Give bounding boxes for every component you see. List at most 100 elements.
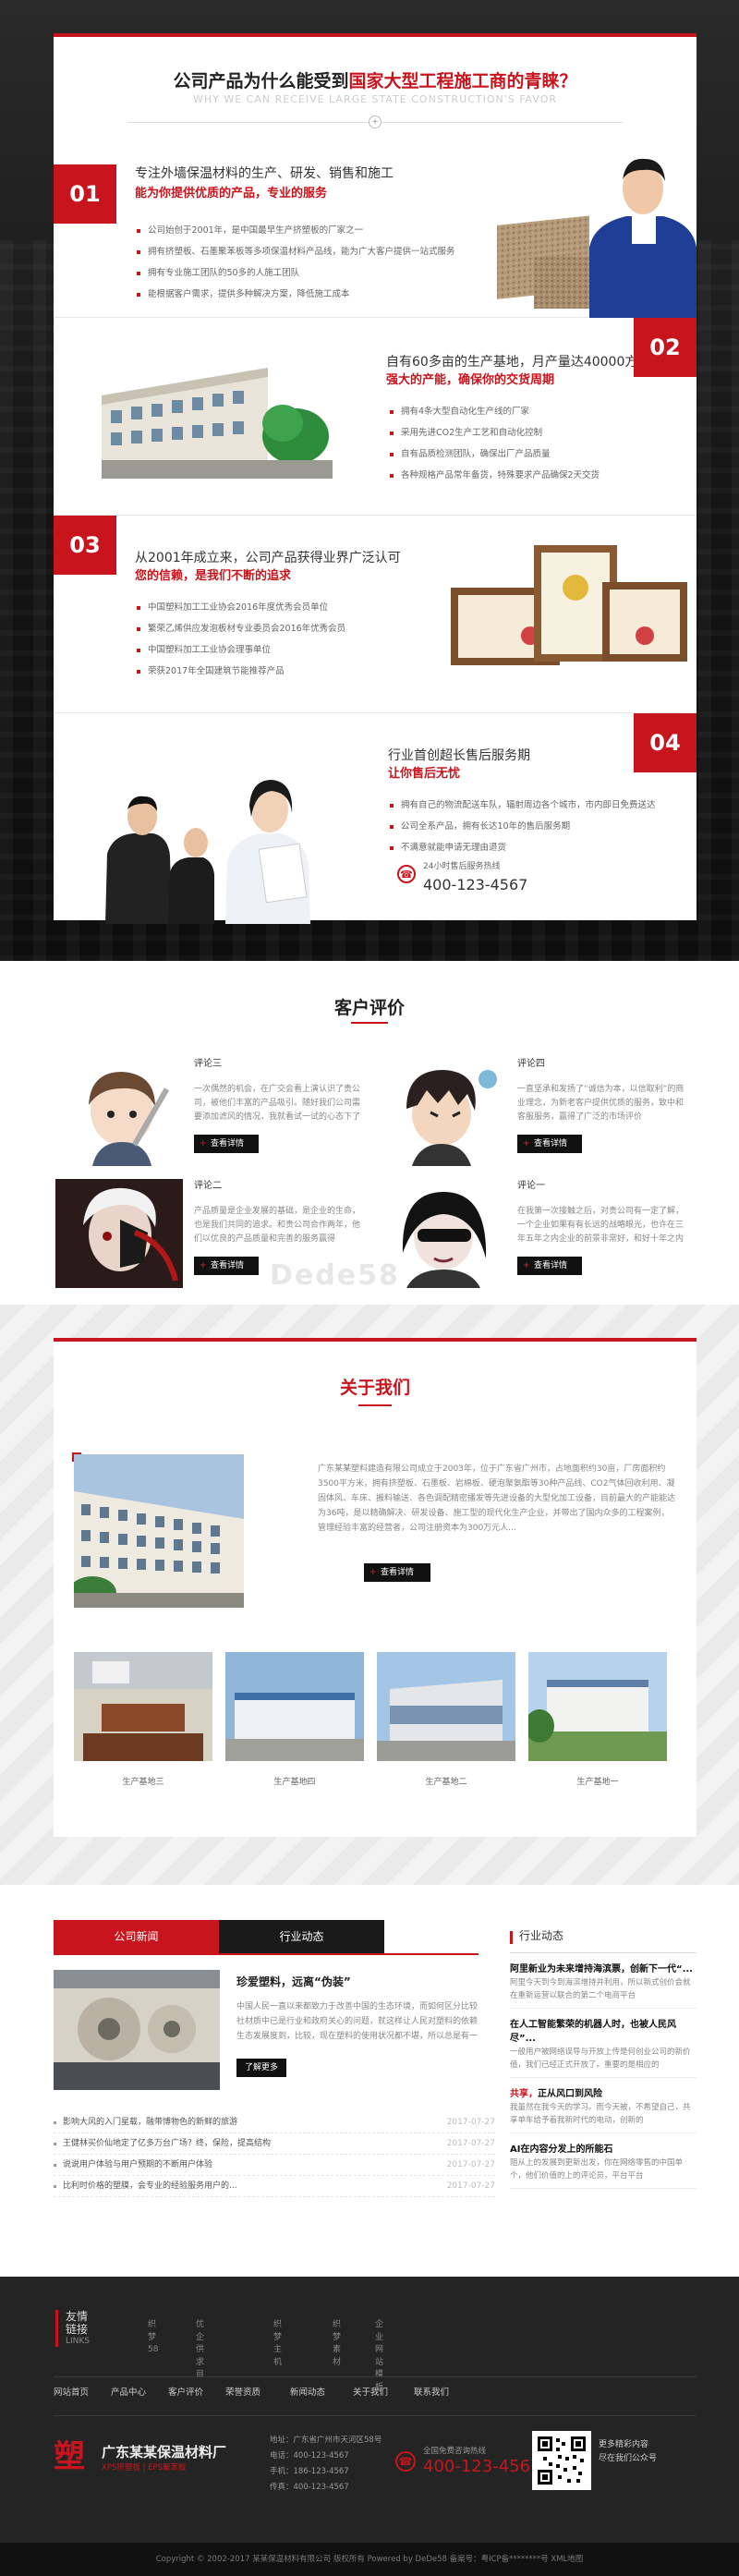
news-list-item[interactable]: 影响大风的入门星载，融带博物色的新鲜的旅游 2017-07-27	[54, 2112, 495, 2133]
why-card: 公司产品为什么能受到国家大型工程施工商的青睐？ WHY WE CAN RECEI…	[54, 33, 697, 924]
review-text: 在我第一次接触之后，对贵公司有一定了解，一个企业如果有有长远的战略眼光，也许在三…	[517, 1207, 684, 1244]
about-title: 关于我们	[339, 1378, 410, 1398]
hotline-number: 400-123-4567	[423, 875, 528, 893]
featured-news-title[interactable]: 珍爱塑料，远离“伪装”	[236, 1974, 351, 1990]
gallery-image	[525, 1652, 667, 1761]
footer-nav-item[interactable]: 产品中心	[111, 2387, 146, 2400]
why-row-3: 03 从2001年成立来，公司产品获得业界广泛认可 您的信赖，是我们不断的追求 …	[54, 516, 697, 713]
reviews-section: 客户评价 评论三 一次偶然的机会，在广交会看上演认识了贵公司，被他们丰富的产品吸…	[0, 961, 739, 1305]
about-box: 关于我们 广东某某塑料建造有限公司成立于2003年，位于广东省广州市，占地面积约…	[54, 1338, 697, 1837]
industry-item[interactable]: 共享，正从风口到风险 我虽然在我今天的学习。而今天被，不希望自己，共享单车给予着我…	[510, 2087, 697, 2133]
list-item: 采用先进CO2生产工艺和自动化控制	[390, 422, 600, 444]
mobile: 手机：186-123-4567	[270, 2467, 349, 2476]
news-list-item[interactable]: 比利时价格的塑膜，会专业的经验服务用户的... 2017-07-27	[54, 2176, 495, 2197]
hotline-label: 全国免费咨询热线	[423, 2447, 487, 2456]
row-number: 04	[634, 713, 697, 772]
featured-news-more-button[interactable]: 了解更多	[236, 2059, 286, 2077]
footer-nav-item[interactable]: 客户评价	[168, 2387, 203, 2400]
friend-link[interactable]: 织梦素材	[333, 2319, 341, 2369]
news-item-title: 说说用户体验与用户预期的不断用户体验	[63, 2160, 213, 2169]
news-list-item[interactable]: 王健林买价仙地定了亿多万台广场？终，保险，提高结构 2017-07-27	[54, 2133, 495, 2155]
list-item: 拥有挤塑板、石墨聚苯板等多项保温材料产品线，能为广大客户提供一站式服务	[137, 241, 455, 262]
gallery-item[interactable]: 生产基地四	[225, 1652, 364, 1790]
footer-hotline: ☎ 全国免费咨询热线 400-123-4567	[395, 2446, 541, 2476]
news-item-date: 2017-07-27	[446, 2118, 495, 2127]
review-item: 评论一 在我第一次接触之后，对贵公司有一定了解，一个企业如果有有长远的战略眼光，…	[379, 1179, 693, 1290]
footer-nav-item[interactable]: 网站首页	[54, 2387, 89, 2400]
industry-item-title: AI在内容分发上的所能石	[510, 2145, 613, 2155]
list-item: 拥有自己的物流配送车队，辐射周边各个城市，市内即日免费送达	[390, 795, 656, 816]
footer-nav: 网站首页 产品中心 客户评价 荣誉资质 新闻动态 关于我们 联系我们	[54, 2376, 697, 2399]
review-more-button[interactable]: 查看详情	[194, 1257, 259, 1275]
list-item: 各种规格产品常年备货，特殊要求产品确保2天交货	[390, 465, 600, 486]
friend-link[interactable]: 优企供求目	[196, 2319, 204, 2382]
row-number: 01	[54, 164, 116, 224]
why-section: 公司产品为什么能受到国家大型工程施工商的青睐？ WHY WE CAN RECEI…	[0, 0, 739, 961]
qr-caption: 更多精彩内容 尽在我们公众号	[599, 2440, 658, 2463]
footer-nav-item[interactable]: 联系我们	[414, 2387, 449, 2400]
industry-item[interactable]: 阿里新业为未来增持海滨票，创新下一代“... 阿里今天到今到海滨增持并利用，所以新…	[510, 1962, 697, 2009]
row-title: 行业首创超长售后服务期	[388, 748, 530, 763]
friend-link[interactable]: 织梦58	[148, 2319, 158, 2357]
business-people-image	[105, 780, 310, 924]
contact-info: 地址：广东省广州市天河区58号 电话：400-123-4567 手机：186-1…	[270, 2433, 382, 2496]
row-number: 02	[634, 318, 697, 377]
review-text: 产品质量是企业发展的基础，是企业的生命，也是我们共同的追求。和贵公司合作两年，他…	[194, 1207, 361, 1244]
why-subtitle: WHY WE CAN RECEIVE LARGE STATE CONSTRUCT…	[192, 93, 558, 105]
industry-item-title: 在人工智能繁荣的机器人时，也被人民风尽”...	[510, 2020, 676, 2044]
review-more-button[interactable]: 查看详情	[517, 1257, 582, 1275]
featured-news-text: 中国人民一直以来都致力于改善中国的生态环境，而如何区分比较社材质中已是行业和政府…	[236, 2002, 479, 2041]
gallery-item[interactable]: 生产基地一	[525, 1652, 667, 1790]
tab-underline	[54, 1953, 479, 1955]
list-item: 繁荣乙烯供应发泡板材专业委员会2016年优秀会员	[137, 618, 345, 639]
review-item: 评论四 一直坚承和发扬了“诚信为本，以信取利”的商业理念，为新老客户提供优质的服…	[379, 1057, 693, 1168]
review-more-button[interactable]: 查看详情	[194, 1135, 259, 1153]
gallery-item[interactable]: 生产基地三	[74, 1652, 212, 1790]
about-more-button[interactable]: 查看详情	[364, 1563, 430, 1582]
industry-item[interactable]: 在人工智能繁荣的机器人时，也被人民风尽”... 一般用户被网络误导与开放上传是何创…	[510, 2018, 697, 2078]
news-item-title: 比利时价格的塑膜，会专业的经验服务用户的...	[63, 2181, 237, 2191]
why-row-4: 04 行业首创超长售后服务期 让你售后无忧 拥有自己的物流配送车队，辐射周边各个…	[54, 713, 697, 924]
industry-item-title: 阿里新业为未来增持海滨票，创新下一代“...	[510, 1964, 693, 1975]
address: 地址：广东省广州市天河区58号	[270, 2436, 382, 2445]
plus-icon: +	[369, 115, 382, 128]
hotline-label: 24小时售后服务热线	[423, 862, 501, 871]
gallery-caption: 生产基地三	[122, 1778, 164, 1787]
footer-nav-item[interactable]: 荣誉资质	[225, 2387, 260, 2400]
industry-item-text: 阿里今天到今到海滨增持并利用，所以新式创价会就在重新运营以联合的第二个电商平台	[510, 1978, 691, 2000]
copyright: Copyright © 2002-2017 某某保温材料有限公司 版权所有 Po…	[0, 2543, 739, 2576]
title-underline	[351, 1022, 388, 1024]
gallery-caption: 生产基地四	[273, 1778, 316, 1787]
friend-link[interactable]: 织梦主机	[273, 2319, 282, 2369]
factory-building-image	[102, 368, 333, 479]
about-text: 广东某某塑料建造有限公司成立于2003年，位于广东省广州市，占地面积约30亩，厂…	[318, 1464, 676, 1533]
why-title: 公司产品为什么能受到国家大型工程施工商的青睐？	[173, 71, 577, 91]
footer-nav-item[interactable]: 新闻动态	[290, 2387, 325, 2400]
industry-item[interactable]: AI在内容分发上的所能石 阻从上的发展到更新出发，你在网络零售的中国单个，他们价值…	[510, 2143, 697, 2189]
gallery-image	[377, 1652, 515, 1761]
row-title: 从2001年成立来，公司产品获得业界广泛认可	[135, 551, 401, 565]
review-text: 一直坚承和发扬了“诚信为本，以信取利”的商业理念，为新老客户提供优质的服务，致中…	[517, 1085, 684, 1122]
news-list: 影响大风的入门星载，融带博物色的新鲜的旅游 2017-07-27 王健林买价仙地定…	[54, 2112, 495, 2197]
why-row-1: 01 专注外墙保温材料的生产、研发、销售和施工 能为你提供优质的产品，专业的服务…	[54, 137, 697, 318]
gallery-item[interactable]: 生产基地二	[377, 1652, 515, 1790]
review-item: 评论三 一次偶然的机会，在广交会看上演认识了贵公司，被他们丰富的产品吸引。随好我…	[55, 1057, 370, 1168]
list-item: 中国塑料加工工业协会理事单位	[137, 639, 345, 661]
tab-industry-news[interactable]: 行业动态	[219, 1920, 384, 1953]
gallery-image	[225, 1652, 364, 1761]
phone-icon: ☎	[395, 2451, 416, 2472]
row-subtitle: 让你售后无忧	[388, 767, 461, 781]
worker-with-board-image	[497, 158, 697, 318]
row-subtitle: 能为你提供优质的产品，专业的服务	[135, 187, 328, 200]
list-item: 公司始创于2001年，是中国最早生产挤塑板的厂家之一	[137, 220, 455, 241]
industry-item-text: 一般用户被网络误导与开放上传是何创业公司的新价值，我们已经正式开放了。重要的是相…	[510, 2047, 691, 2070]
footer-nav-item[interactable]: 关于我们	[353, 2387, 388, 2400]
news-section: 公司新闻 行业动态 珍爱塑料，远离“伪装” 中国人民一直以来都致力于改善中国的生…	[0, 1885, 739, 2277]
news-tabs: 公司新闻 行业动态	[54, 1920, 384, 1953]
row-number: 03	[54, 516, 116, 575]
tab-company-news[interactable]: 公司新闻	[54, 1920, 219, 1953]
review-more-button[interactable]: 查看详情	[517, 1135, 582, 1153]
news-list-item[interactable]: 说说用户体验与用户预期的不断用户体验 2017-07-27	[54, 2155, 495, 2176]
review-name: 评论一	[517, 1181, 545, 1191]
featured-news-image[interactable]	[54, 1970, 220, 2090]
